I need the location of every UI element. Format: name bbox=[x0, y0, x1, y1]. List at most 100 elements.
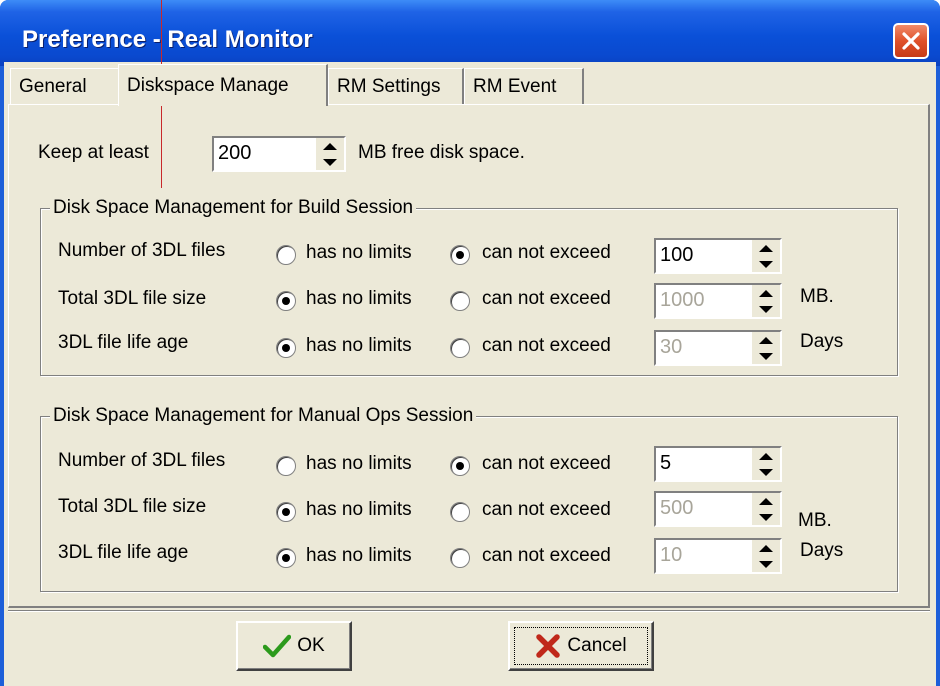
manual-total-size-exceed-radio[interactable] bbox=[450, 502, 470, 522]
manual-file-count-value[interactable]: 5 bbox=[660, 452, 671, 475]
build-file-count-spinner[interactable]: 100 bbox=[654, 238, 782, 274]
build-life-age-exceed-label: can not exceed bbox=[482, 335, 611, 356]
dialog-window: Preference - Real Monitor General Disksp… bbox=[0, 0, 940, 686]
tab-rm-settings-label: RM Settings bbox=[337, 76, 441, 97]
build-total-size-unit: MB. bbox=[800, 286, 834, 307]
spinner-buttons bbox=[316, 138, 344, 170]
keep-free-space-spinner[interactable]: 200 bbox=[212, 136, 346, 172]
arrow-up-icon bbox=[759, 544, 773, 552]
build-life-age-unit: Days bbox=[800, 331, 844, 352]
spin-down-button[interactable] bbox=[752, 348, 780, 364]
arrow-up-icon bbox=[759, 336, 773, 344]
manual-life-age-no-limit-label: has no limits bbox=[306, 545, 412, 566]
build-total-size-label: Total 3DL file size bbox=[58, 288, 207, 309]
keep-free-space-value[interactable]: 200 bbox=[218, 142, 251, 165]
cancel-button[interactable]: Cancel bbox=[508, 621, 654, 671]
manual-life-age-spinner[interactable]: 10 bbox=[654, 538, 782, 574]
build-life-age-spinner[interactable]: 30 bbox=[654, 330, 782, 366]
manual-life-age-exceed-label: can not exceed bbox=[482, 545, 611, 566]
manual-file-count-label: Number of 3DL files bbox=[58, 450, 226, 471]
spin-down-button[interactable] bbox=[752, 509, 780, 525]
manual-total-size-no-limit-label: has no limits bbox=[306, 499, 412, 520]
ok-button[interactable]: OK bbox=[236, 621, 352, 671]
ok-button-label: OK bbox=[297, 635, 325, 656]
spin-up-button[interactable] bbox=[752, 240, 780, 256]
build-session-title: Disk Space Management for Build Session bbox=[50, 197, 417, 219]
build-life-age-label: 3DL file life age bbox=[58, 332, 189, 353]
build-life-age-no-limit-label: has no limits bbox=[306, 335, 412, 356]
arrow-down-icon bbox=[759, 260, 773, 268]
tab-general[interactable]: General bbox=[10, 68, 120, 104]
close-icon bbox=[902, 32, 920, 50]
tab-rm-event[interactable]: RM Event bbox=[464, 68, 584, 104]
radio-selected-dot bbox=[456, 462, 464, 470]
build-file-count-label: Number of 3DL files bbox=[58, 240, 226, 261]
manual-file-count-no-limit-label: has no limits bbox=[306, 453, 412, 474]
spin-down-button[interactable] bbox=[752, 301, 780, 317]
radio-selected-dot bbox=[282, 508, 290, 516]
spin-up-button[interactable] bbox=[752, 540, 780, 556]
spin-down-button[interactable] bbox=[752, 464, 780, 480]
build-life-age-no-limit-radio[interactable] bbox=[276, 338, 296, 358]
build-file-count-no-limit-radio[interactable] bbox=[276, 245, 296, 265]
spin-up-button[interactable] bbox=[752, 448, 780, 464]
manual-total-size-spinner[interactable]: 500 bbox=[654, 491, 782, 527]
manual-life-age-no-limit-radio[interactable] bbox=[276, 548, 296, 568]
build-file-count-exceed-radio[interactable] bbox=[450, 245, 470, 265]
manual-life-age-label: 3DL file life age bbox=[58, 542, 189, 563]
manual-file-count-exceed-label: can not exceed bbox=[482, 453, 611, 474]
manual-life-age-exceed-radio[interactable] bbox=[450, 548, 470, 568]
arrow-up-icon bbox=[759, 497, 773, 505]
build-total-size-value[interactable]: 1000 bbox=[660, 289, 705, 312]
spin-up-button[interactable] bbox=[752, 493, 780, 509]
spin-up-button[interactable] bbox=[316, 138, 344, 154]
manual-total-size-value[interactable]: 500 bbox=[660, 497, 693, 520]
manual-life-age-unit: Days bbox=[800, 540, 844, 561]
manual-file-count-no-limit-radio[interactable] bbox=[276, 456, 296, 476]
build-file-count-value[interactable]: 100 bbox=[660, 244, 693, 267]
title-bar[interactable]: Preference - Real Monitor bbox=[0, 0, 940, 66]
spin-down-button[interactable] bbox=[752, 256, 780, 272]
spinner-buttons bbox=[752, 448, 780, 480]
spin-down-button[interactable] bbox=[316, 154, 344, 170]
arrow-up-icon bbox=[759, 244, 773, 252]
build-life-age-value[interactable]: 30 bbox=[660, 336, 682, 359]
tab-general-label: General bbox=[19, 76, 87, 97]
arrow-up-icon bbox=[759, 452, 773, 460]
spinner-buttons bbox=[752, 285, 780, 317]
keep-free-space-suffix: MB free disk space. bbox=[358, 142, 525, 163]
tab-diskspace-manage[interactable]: Diskspace Manage bbox=[118, 64, 328, 106]
arrow-down-icon bbox=[759, 513, 773, 521]
build-total-size-spinner[interactable]: 1000 bbox=[654, 283, 782, 319]
spin-down-button[interactable] bbox=[752, 556, 780, 572]
cancel-button-label: Cancel bbox=[567, 635, 627, 656]
close-button[interactable] bbox=[893, 23, 929, 59]
arrow-down-icon bbox=[759, 468, 773, 476]
build-total-size-exceed-radio[interactable] bbox=[450, 291, 470, 311]
manual-session-title: Disk Space Management for Manual Ops Ses… bbox=[50, 405, 477, 427]
build-total-size-no-limit-label: has no limits bbox=[306, 288, 412, 309]
build-life-age-exceed-radio[interactable] bbox=[450, 338, 470, 358]
bottom-divider bbox=[8, 610, 930, 612]
spin-up-button[interactable] bbox=[752, 285, 780, 301]
manual-life-age-value[interactable]: 10 bbox=[660, 544, 682, 567]
radio-selected-dot bbox=[456, 251, 464, 259]
spinner-buttons bbox=[752, 540, 780, 572]
manual-file-count-exceed-radio[interactable] bbox=[450, 456, 470, 476]
keep-at-least-label: Keep at least bbox=[38, 142, 149, 163]
manual-file-count-spinner[interactable]: 5 bbox=[654, 446, 782, 482]
tab-rm-event-label: RM Event bbox=[473, 76, 557, 97]
build-total-size-exceed-label: can not exceed bbox=[482, 288, 611, 309]
arrow-down-icon bbox=[323, 158, 337, 166]
radio-selected-dot bbox=[282, 344, 290, 352]
spin-up-button[interactable] bbox=[752, 332, 780, 348]
build-total-size-no-limit-radio[interactable] bbox=[276, 291, 296, 311]
manual-total-size-no-limit-radio[interactable] bbox=[276, 502, 296, 522]
build-file-count-exceed-label: can not exceed bbox=[482, 242, 611, 263]
tab-rm-settings[interactable]: RM Settings bbox=[328, 68, 464, 104]
arrow-up-icon bbox=[323, 142, 337, 150]
manual-total-size-exceed-label: can not exceed bbox=[482, 499, 611, 520]
tab-diskspace-manage-label: Diskspace Manage bbox=[127, 75, 289, 96]
window-title: Preference - Real Monitor bbox=[22, 26, 313, 53]
arrow-down-icon bbox=[759, 305, 773, 313]
